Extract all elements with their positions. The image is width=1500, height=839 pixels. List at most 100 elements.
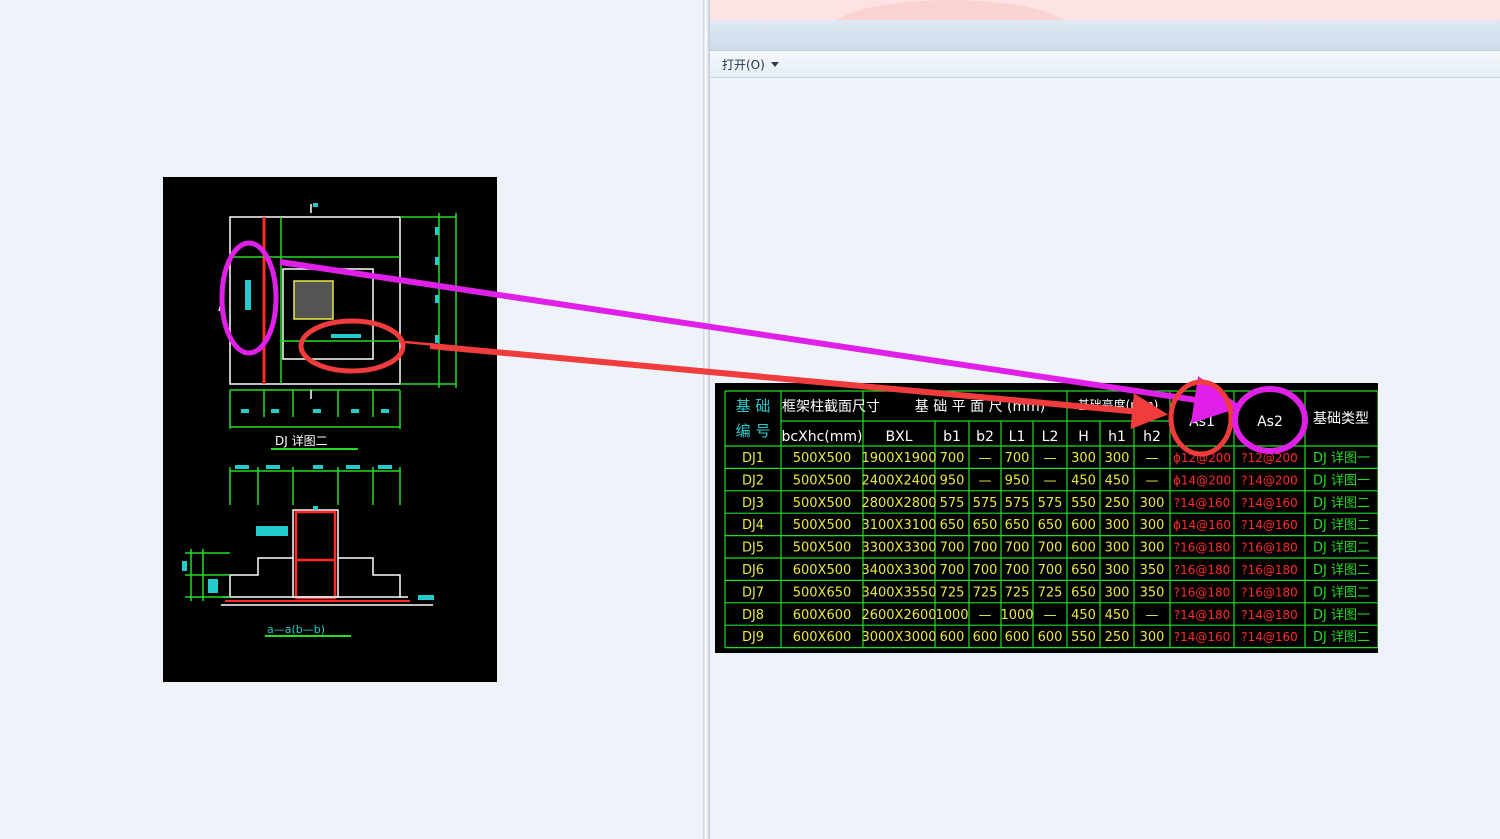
table-cell-r4-c5: 700 <box>1005 541 1030 556</box>
table-cell-r8-c2: 3000X3000 <box>861 630 936 645</box>
open-menu-button[interactable]: 打开(O) <box>722 55 779 73</box>
table-cell-r0-c11: ?12@200 <box>1241 451 1298 465</box>
table-cell-r6-c3: 725 <box>940 585 965 600</box>
table-cell-r1-c0: DJ2 <box>742 473 764 488</box>
table-cell-r1-c7: 450 <box>1071 473 1096 488</box>
shape <box>241 409 249 413</box>
chevron-down-icon <box>770 61 779 67</box>
shape <box>208 579 218 593</box>
table-cell-r3-c5: 650 <box>1005 518 1030 533</box>
table-cell-r3-c10: ɸ14@160 <box>1173 518 1231 532</box>
shape <box>271 409 279 413</box>
table-cell-r2-c6: 575 <box>1038 496 1063 511</box>
table-cell-r1-c5: 950 <box>1005 473 1030 488</box>
cad-drawing-viewport[interactable]: DJ 详图二 a—a(b—b) <box>163 177 497 682</box>
table-cell-r3-c11: ?14@160 <box>1241 518 1298 532</box>
table-cell-r3-c2: 3100X3100 <box>861 518 936 533</box>
shape <box>435 227 439 235</box>
pane-splitter[interactable] <box>703 0 710 839</box>
table-cell-r4-c3: 700 <box>940 541 965 556</box>
table-cell-r2-c3: 575 <box>940 496 965 511</box>
table-cell-r8-c5: 600 <box>1005 630 1030 645</box>
table-cell-r0-c9: — <box>1146 451 1159 466</box>
table-cell-r5-c1: 600X500 <box>793 563 852 578</box>
shape <box>313 409 321 413</box>
table-cell-r0-c2: 1900X1900 <box>861 451 936 466</box>
table-cell-r6-c5: 725 <box>1005 585 1030 600</box>
header-as2: As2 <box>1257 414 1283 430</box>
shape <box>378 465 392 469</box>
table-cell-r2-c9: 300 <box>1140 496 1165 511</box>
table-cell-r5-c3: 700 <box>940 563 965 578</box>
table-cell-r7-c6: — <box>1044 608 1057 623</box>
header-type: 基础类型 <box>1313 410 1369 427</box>
table-cell-r1-c11: ?14@200 <box>1241 473 1298 487</box>
section-title: a—a(b—b) <box>267 623 325 636</box>
table-cell-r8-c9: 300 <box>1140 630 1165 645</box>
shape <box>435 257 439 265</box>
table-cell-r1-c6: — <box>1044 473 1057 488</box>
table-cell-r2-c1: 500X500 <box>793 496 852 511</box>
foundation-table[interactable]: 基 础编 号框架柱截面尺寸 基 础 平 面 尺 (mm) 基础高度(mm) As1 As… <box>715 383 1378 653</box>
table-cell-r5-c10: ?16@180 <box>1174 563 1231 577</box>
shape <box>346 465 360 469</box>
table-cell-r4-c7: 600 <box>1071 541 1096 556</box>
sub-header-3: b2 <box>976 429 994 445</box>
table-cell-r8-c4: 600 <box>973 630 998 645</box>
header-foundation-id-2: 编 号 <box>736 422 771 440</box>
table-cell-r5-c9: 350 <box>1140 563 1165 578</box>
table-cell-r6-c6: 725 <box>1038 585 1063 600</box>
table-cell-r7-c9: — <box>1146 608 1159 623</box>
footing-outline-right <box>338 557 401 597</box>
table-cell-r3-c3: 650 <box>940 518 965 533</box>
foundation-table-drawing: 基 础编 号框架柱截面尺寸 基 础 平 面 尺 (mm) 基础高度(mm) As1 As… <box>724 390 1378 649</box>
table-cell-r7-c0: DJ8 <box>742 608 764 623</box>
table-cell-r7-c12: DJ 详图一 <box>1313 608 1370 623</box>
table-cell-r6-c10: ?16@180 <box>1174 585 1231 599</box>
table-cell-r0-c7: 300 <box>1071 451 1096 466</box>
table-cell-r4-c11: ?16@180 <box>1241 541 1298 555</box>
table-cell-r2-c12: DJ 详图二 <box>1313 496 1370 511</box>
shape <box>313 465 323 469</box>
shape <box>235 465 249 469</box>
table-cell-r4-c1: 500X500 <box>793 541 852 556</box>
table-cell-r6-c12: DJ 详图二 <box>1313 585 1370 600</box>
toolbar: 打开(O) <box>710 51 1500 78</box>
sub-header-0: bcXhc(mm) <box>782 429 863 445</box>
table-cell-r4-c8: 300 <box>1105 541 1130 556</box>
table-cell-r8-c11: ?14@160 <box>1241 630 1298 644</box>
table-cell-r1-c9: — <box>1146 473 1159 488</box>
table-cell-r0-c1: 500X500 <box>793 451 852 466</box>
shape <box>418 595 434 600</box>
shape <box>331 334 361 338</box>
table-cell-r3-c1: 500X500 <box>793 518 852 533</box>
table-cell-r8-c6: 600 <box>1038 630 1063 645</box>
shape <box>256 526 288 536</box>
sub-header-8: h2 <box>1143 429 1161 445</box>
table-cell-r5-c8: 300 <box>1105 563 1130 578</box>
shape <box>435 295 439 303</box>
table-cell-r7-c1: 600X600 <box>793 608 852 623</box>
table-cell-r6-c4: 725 <box>973 585 998 600</box>
table-cell-r0-c0: DJ1 <box>742 451 764 466</box>
plan-annotations <box>241 203 439 413</box>
sub-header-4: L1 <box>1009 429 1026 445</box>
column-outline <box>292 509 339 598</box>
table-cell-r3-c0: DJ4 <box>742 518 764 533</box>
table-cell-r0-c12: DJ 详图一 <box>1313 451 1370 466</box>
header-column-size: 框架柱截面尺寸 <box>782 399 880 415</box>
table-cell-r0-c5: 700 <box>1005 451 1030 466</box>
header-bar <box>710 20 1500 51</box>
table-cell-r5-c6: 700 <box>1038 563 1063 578</box>
table-cell-r2-c4: 575 <box>973 496 998 511</box>
table-cell-r1-c8: 450 <box>1105 473 1130 488</box>
open-menu-label: 打开(O) <box>722 57 765 72</box>
table-cell-r0-c10: ɸ12@200 <box>1173 451 1231 465</box>
column-section <box>293 280 334 320</box>
table-cell-r8-c12: DJ 详图二 <box>1313 630 1370 645</box>
table-cell-r6-c8: 300 <box>1105 585 1130 600</box>
table-cell-r5-c5: 700 <box>1005 563 1030 578</box>
table-cell-r7-c7: 450 <box>1071 608 1096 623</box>
sub-header-2: b1 <box>943 429 961 445</box>
table-cell-r1-c2: 2400X2400 <box>861 473 936 488</box>
